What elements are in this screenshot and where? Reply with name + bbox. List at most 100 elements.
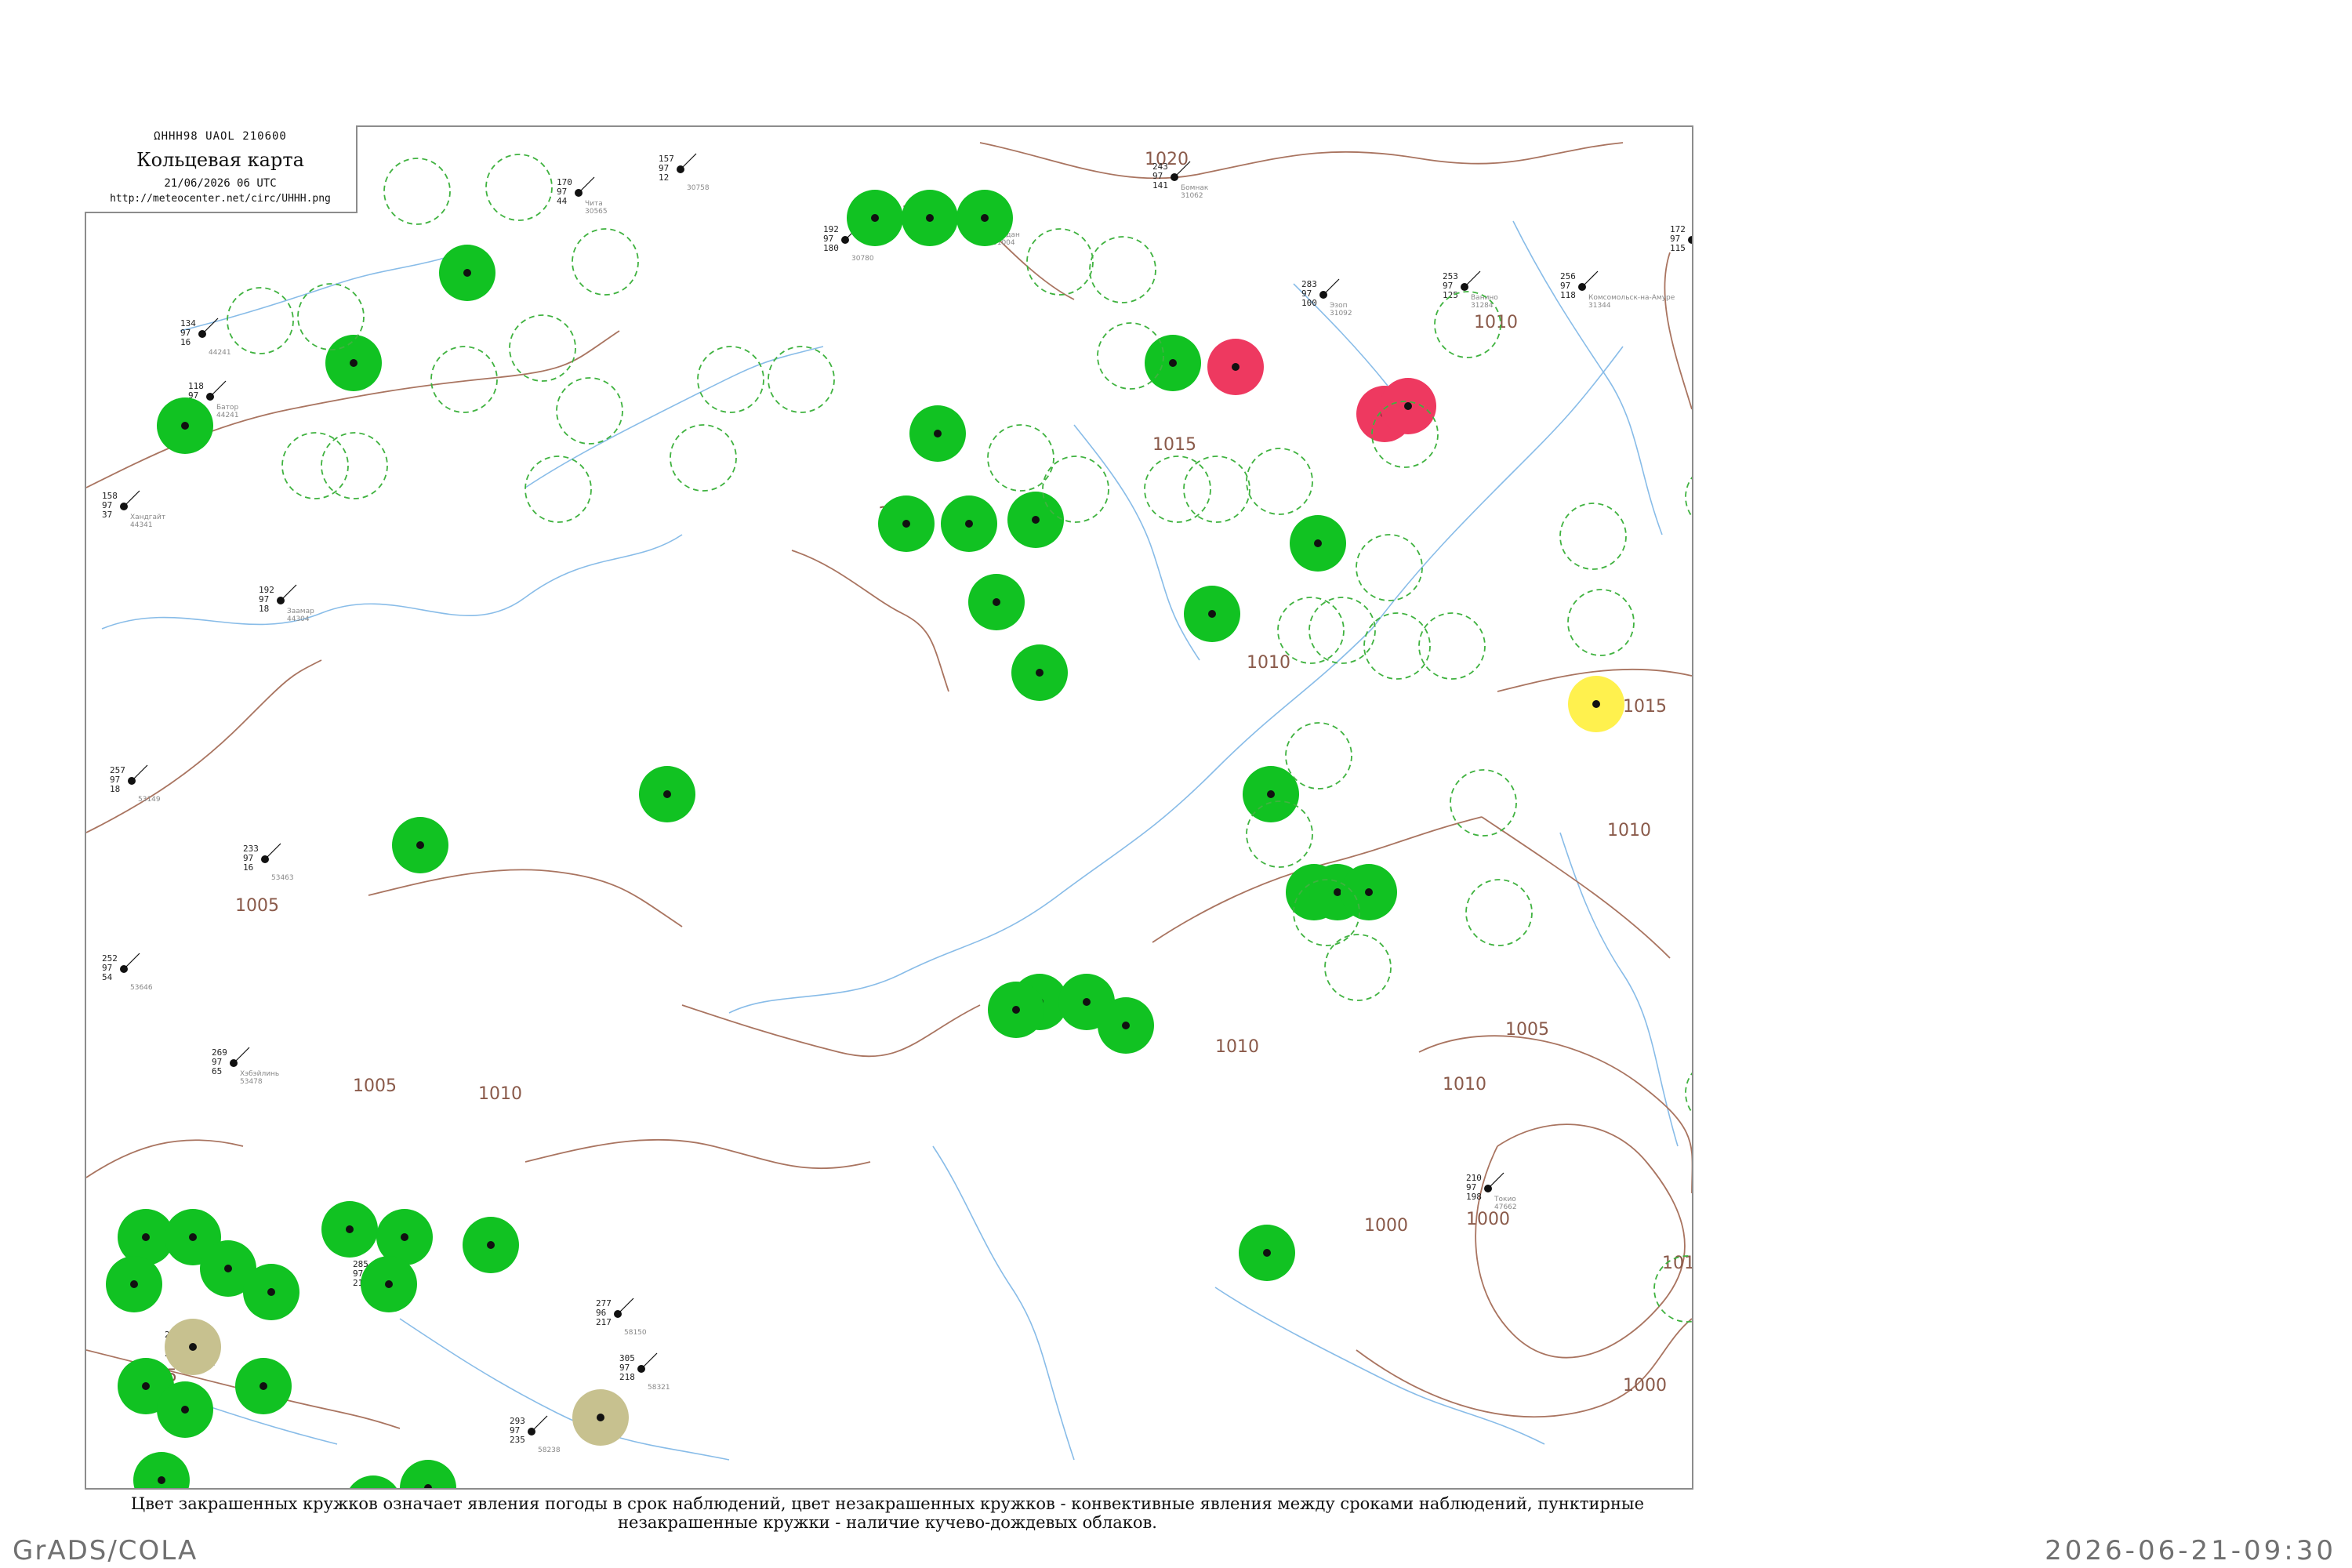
weather-circle[interactable] [1011, 644, 1068, 701]
station-id: 58238 [538, 1446, 561, 1454]
station-plot[interactable]: 3059721858321 [619, 1352, 670, 1392]
weather-circle[interactable] [572, 1389, 629, 1446]
weather-circle[interactable] [968, 574, 1025, 630]
weather-circle[interactable] [133, 1452, 190, 1488]
station-marker-icon [1314, 539, 1322, 547]
station-id: 44304 [287, 615, 310, 623]
station-plot[interactable]: 2569711831344Комсомольск-на-Амуре [1560, 270, 1675, 310]
station-name: Чита [585, 200, 603, 208]
station-plot[interactable]: 252975453646 [102, 953, 153, 992]
weather-circle[interactable] [325, 335, 382, 391]
station-marker-icon [663, 790, 671, 798]
legend-title: Кольцевая карта [136, 149, 304, 171]
station-name: Ванино [1471, 294, 1498, 302]
station-value: 16 [243, 862, 253, 873]
weather-circle[interactable] [847, 190, 903, 246]
weather-circle[interactable] [400, 1460, 456, 1488]
cumulonimbus-dashed-circle-icon [1685, 1072, 1692, 1114]
weather-circle[interactable] [988, 982, 1044, 1038]
weather-circle[interactable] [235, 1358, 292, 1414]
station-id: 47662 [1494, 1203, 1517, 1211]
weather-circle[interactable] [1098, 997, 1154, 1054]
station-plot[interactable]: 2779621758150 [596, 1298, 647, 1337]
legend-url[interactable]: http://meteocenter.net/circ/UHHH.png [85, 193, 356, 205]
weather-circle[interactable] [1341, 864, 1397, 920]
station-plot[interactable]: 257971853149 [110, 764, 161, 804]
station-plot[interactable]: 158973744341Хандгайт [102, 490, 165, 529]
station-value: 180 [823, 243, 839, 253]
station-value: 65 [212, 1066, 222, 1076]
weather-circle[interactable] [1380, 378, 1436, 434]
weather-circle[interactable] [956, 190, 1013, 246]
station-plot[interactable]: 1729711531591 [1670, 224, 1692, 263]
weather-circle[interactable] [909, 405, 966, 462]
station-name: Заамар [287, 608, 314, 615]
weather-circle[interactable] [1243, 766, 1299, 822]
station-marker-icon [181, 422, 189, 430]
weather-circle[interactable] [1290, 515, 1346, 572]
map-legend-box: ΩHHH98 UAOL 210600 Кольцевая карта 21/06… [85, 125, 358, 213]
cumulonimbus-dashed-circle-icon [1026, 228, 1094, 296]
station-marker-icon [965, 520, 973, 528]
station-marker-icon [1122, 1022, 1130, 1029]
wind-barb-icon [233, 1047, 250, 1064]
weather-circle[interactable] [1207, 339, 1264, 395]
station-value: 37 [102, 510, 112, 520]
weather-circle[interactable] [165, 1319, 221, 1375]
wind-barb-icon [123, 490, 140, 507]
weather-circle[interactable] [1184, 586, 1240, 642]
weather-circle[interactable] [243, 1264, 299, 1320]
cumulonimbus-dashed-circle-icon [383, 158, 451, 225]
weather-circle[interactable] [639, 766, 695, 822]
station-marker-icon [1263, 1249, 1271, 1257]
isobar-label: 1015 [1152, 435, 1196, 455]
station-name: Хэбэйлинь [240, 1070, 279, 1078]
weather-circle[interactable] [157, 1381, 213, 1438]
wind-barb-icon [280, 584, 297, 601]
weather-circle[interactable] [463, 1217, 519, 1273]
weather-circle[interactable] [941, 495, 997, 552]
station-id: 30758 [687, 184, 710, 192]
weather-circle[interactable] [1568, 676, 1624, 732]
station-id: 53149 [138, 796, 161, 804]
weather-circle[interactable] [1007, 492, 1064, 548]
weather-circle[interactable] [392, 817, 448, 873]
cumulonimbus-dashed-circle-icon [1277, 597, 1345, 664]
station-marker-icon [1592, 700, 1600, 708]
station-value: 235 [510, 1435, 525, 1445]
station-id: 53478 [240, 1078, 263, 1086]
station-marker-icon [350, 359, 358, 367]
weather-circle[interactable] [345, 1475, 401, 1488]
weather-circle[interactable] [361, 1256, 417, 1312]
wind-barb-icon [1581, 270, 1599, 288]
station-marker-icon [416, 841, 424, 849]
weather-circle[interactable] [878, 495, 935, 552]
station-id: 53646 [130, 984, 153, 992]
station-plot[interactable]: 157971230758 [659, 153, 710, 192]
cumulonimbus-dashed-circle-icon [485, 154, 553, 221]
station-marker-icon [902, 520, 910, 528]
weather-circle[interactable] [1239, 1225, 1295, 1281]
station-plot[interactable]: 170974430565Чита [557, 176, 608, 216]
station-plot[interactable]: 2839710031092Эзоп [1301, 278, 1352, 318]
station-plot[interactable]: 269976553478Хэбэйлинь [212, 1047, 279, 1086]
isobar-label: 1000 [1364, 1216, 1408, 1236]
station-plot[interactable]: 2539712531284Ванино [1443, 270, 1498, 310]
weather-circle[interactable] [106, 1256, 162, 1312]
station-marker-icon [1365, 888, 1373, 896]
isobar-label: 1010 [1247, 653, 1290, 673]
weather-circle[interactable] [1145, 335, 1201, 391]
cumulonimbus-dashed-circle-icon [1042, 456, 1109, 523]
weather-circle[interactable] [321, 1201, 378, 1258]
station-plot[interactable]: 2939723558238 [510, 1415, 561, 1454]
station-marker-icon [463, 269, 471, 277]
station-id: 30780 [851, 255, 874, 263]
weather-circle[interactable] [902, 190, 958, 246]
station-plot[interactable]: 2109719847662Токио [1466, 1172, 1517, 1211]
station-plot[interactable]: 192971844304Заамар [259, 584, 314, 623]
weather-circle[interactable] [439, 245, 495, 301]
map-caption: Цвет закрашенных кружков означает явлени… [130, 1494, 1645, 1532]
station-marker-icon [267, 1288, 275, 1296]
weather-circle[interactable] [157, 397, 213, 454]
station-plot[interactable]: 233971653463 [243, 843, 294, 882]
